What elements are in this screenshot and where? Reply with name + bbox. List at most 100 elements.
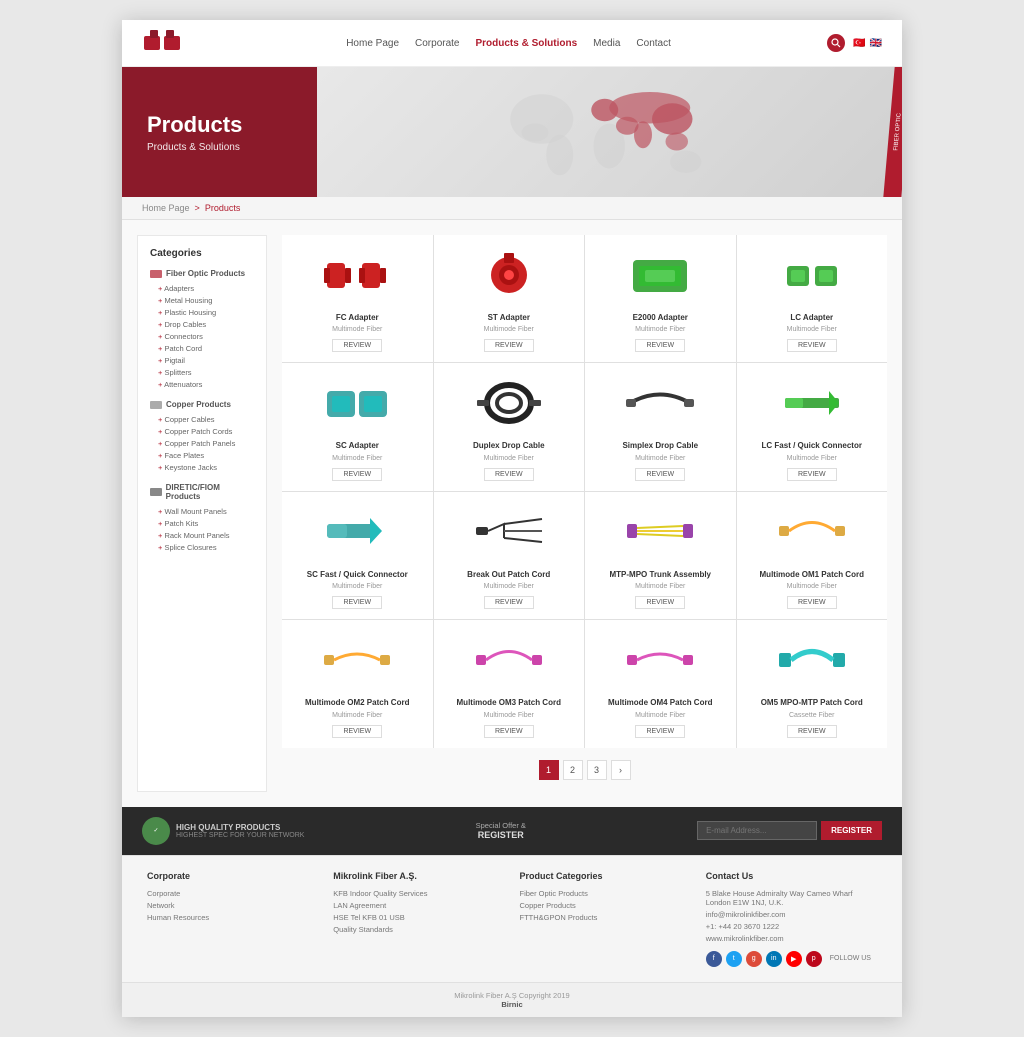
review-button[interactable]: REVIEW	[787, 596, 837, 609]
cat-connectors[interactable]: Connectors	[150, 330, 254, 342]
product-card: SC Fast / Quick Connector Multimode Fibe…	[282, 492, 433, 619]
page-next[interactable]: ›	[611, 760, 631, 780]
cat-drop-cables[interactable]: Drop Cables	[150, 318, 254, 330]
footer-phone[interactable]: +1: +44 20 3670 1222	[706, 922, 877, 931]
product-name: Duplex Drop Cable	[473, 441, 545, 451]
product-image	[474, 630, 544, 690]
nav: Home Page Corporate Products & Solutions…	[346, 38, 671, 49]
footer-link-hr[interactable]: Human Resources	[147, 913, 318, 922]
page-3[interactable]: 3	[587, 760, 607, 780]
cat-copper-cables[interactable]: Copper Cables	[150, 413, 254, 425]
logo-area	[142, 28, 190, 58]
product-name: Multimode OM2 Patch Cord	[305, 698, 409, 708]
cat-rack-panels[interactable]: Rack Mount Panels	[150, 529, 254, 541]
product-name: Multimode OM3 Patch Cord	[457, 698, 561, 708]
product-card: Break Out Patch Cord Multimode Fiber REV…	[434, 492, 585, 619]
powered-by: Birnic	[501, 1000, 522, 1009]
product-card: LC Adapter Multimode Fiber REVIEW	[737, 235, 888, 362]
cat-metal-housing[interactable]: Metal Housing	[150, 294, 254, 306]
review-button[interactable]: REVIEW	[787, 725, 837, 738]
product-name: FC Adapter	[336, 313, 379, 323]
review-button[interactable]: REVIEW	[787, 339, 837, 352]
footer-col-mikrolink: Mikrolink Fiber A.Ş. KFB Indoor Quality …	[333, 871, 504, 967]
social-facebook[interactable]: f	[706, 951, 722, 967]
product-name: ST Adapter	[488, 313, 530, 323]
hero-subtitle: Products & Solutions	[147, 142, 292, 153]
review-button[interactable]: REVIEW	[484, 339, 534, 352]
social-linkedin[interactable]: in	[766, 951, 782, 967]
product-image	[474, 502, 544, 562]
social-icons: f t g in ▶ p FOLLOW US	[706, 951, 877, 967]
review-button[interactable]: REVIEW	[484, 725, 534, 738]
review-button[interactable]: REVIEW	[635, 339, 685, 352]
review-button[interactable]: REVIEW	[332, 725, 382, 738]
cat-adapters[interactable]: Adapters	[150, 282, 254, 294]
social-pinterest[interactable]: p	[806, 951, 822, 967]
nav-home[interactable]: Home Page	[346, 38, 399, 49]
product-image	[474, 373, 544, 433]
product-category: Multimode Fiber	[484, 326, 534, 333]
product-name: E2000 Adapter	[633, 313, 688, 323]
footer-email[interactable]: info@mikrolinkfiber.com	[706, 910, 877, 919]
lang-en[interactable]: 🇬🇧	[870, 38, 882, 49]
footer-link-copper[interactable]: Copper Products	[520, 901, 691, 910]
footer-link-kfb[interactable]: KFB Indoor Quality Services	[333, 889, 504, 898]
cat-plastic-housing[interactable]: Plastic Housing	[150, 306, 254, 318]
product-card: Multimode OM3 Patch Cord Multimode Fiber…	[434, 620, 585, 747]
review-button[interactable]: REVIEW	[635, 725, 685, 738]
cat-splitters[interactable]: Splitters	[150, 366, 254, 378]
footer-link-network[interactable]: Network	[147, 901, 318, 910]
cat-face-plates[interactable]: Face Plates	[150, 449, 254, 461]
cat-pigtail[interactable]: Pigtail	[150, 354, 254, 366]
newsletter-input[interactable]	[697, 821, 817, 840]
footer-link-quality[interactable]: Quality Standards	[333, 925, 504, 934]
review-button[interactable]: REVIEW	[332, 596, 382, 609]
footer-special: Special Offer & REGISTER	[476, 821, 526, 840]
cat-copper-patch-cords[interactable]: Copper Patch Cords	[150, 425, 254, 437]
footer-website[interactable]: www.mikrolinkfiber.com	[706, 934, 877, 943]
nav-media[interactable]: Media	[593, 38, 620, 49]
category-group-copper: Copper Products Copper Cables Copper Pat…	[150, 400, 254, 473]
cat-keystone-jacks[interactable]: Keystone Jacks	[150, 461, 254, 473]
footer-link-corporate[interactable]: Corporate	[147, 889, 318, 898]
review-button[interactable]: REVIEW	[635, 468, 685, 481]
social-googleplus[interactable]: g	[746, 951, 762, 967]
footer-link-ftth[interactable]: FTTH&GPON Products	[520, 913, 691, 922]
product-card: FC Adapter Multimode Fiber REVIEW	[282, 235, 433, 362]
register-prompt: REGISTER	[476, 830, 526, 840]
cat-attenuators[interactable]: Attenuators	[150, 378, 254, 390]
social-twitter[interactable]: t	[726, 951, 742, 967]
cat-splice-closures[interactable]: Splice Closures	[150, 541, 254, 553]
social-youtube[interactable]: ▶	[786, 951, 802, 967]
review-button[interactable]: REVIEW	[787, 468, 837, 481]
footer-light: Corporate Corporate Network Human Resour…	[122, 855, 902, 982]
footer-link-lan[interactable]: LAN Agreement	[333, 901, 504, 910]
cat-copper-patch-panels[interactable]: Copper Patch Panels	[150, 437, 254, 449]
language-selector[interactable]: 🇹🇷 🇬🇧	[853, 38, 882, 49]
review-button[interactable]: REVIEW	[635, 596, 685, 609]
breadcrumb-home[interactable]: Home Page	[142, 203, 190, 213]
special-offer-label: Special Offer &	[476, 821, 526, 830]
review-button[interactable]: REVIEW	[332, 468, 382, 481]
product-image	[322, 502, 392, 562]
review-button[interactable]: REVIEW	[484, 468, 534, 481]
footer-link-fiber[interactable]: Fiber Optic Products	[520, 889, 691, 898]
product-category: Multimode Fiber	[787, 455, 837, 462]
review-button[interactable]: REVIEW	[332, 339, 382, 352]
search-button[interactable]	[827, 34, 845, 52]
lang-tr[interactable]: 🇹🇷	[853, 38, 865, 49]
cat-patch-kits[interactable]: Patch Kits	[150, 517, 254, 529]
register-button[interactable]: REGISTER	[821, 821, 882, 840]
category-group-fiber-title: Fiber Optic Products	[150, 269, 254, 278]
page-wrapper: Home Page Corporate Products & Solutions…	[122, 20, 902, 1017]
nav-products[interactable]: Products & Solutions	[475, 38, 577, 49]
page-2[interactable]: 2	[563, 760, 583, 780]
page-1[interactable]: 1	[539, 760, 559, 780]
cat-patch-cord[interactable]: Patch Cord	[150, 342, 254, 354]
cat-wall-panels[interactable]: Wall Mount Panels	[150, 505, 254, 517]
footer-link-hse[interactable]: HSE Tel KFB 01 USB	[333, 913, 504, 922]
review-button[interactable]: REVIEW	[484, 596, 534, 609]
nav-contact[interactable]: Contact	[636, 38, 670, 49]
nav-corporate[interactable]: Corporate	[415, 38, 459, 49]
product-card: SC Adapter Multimode Fiber REVIEW	[282, 363, 433, 490]
